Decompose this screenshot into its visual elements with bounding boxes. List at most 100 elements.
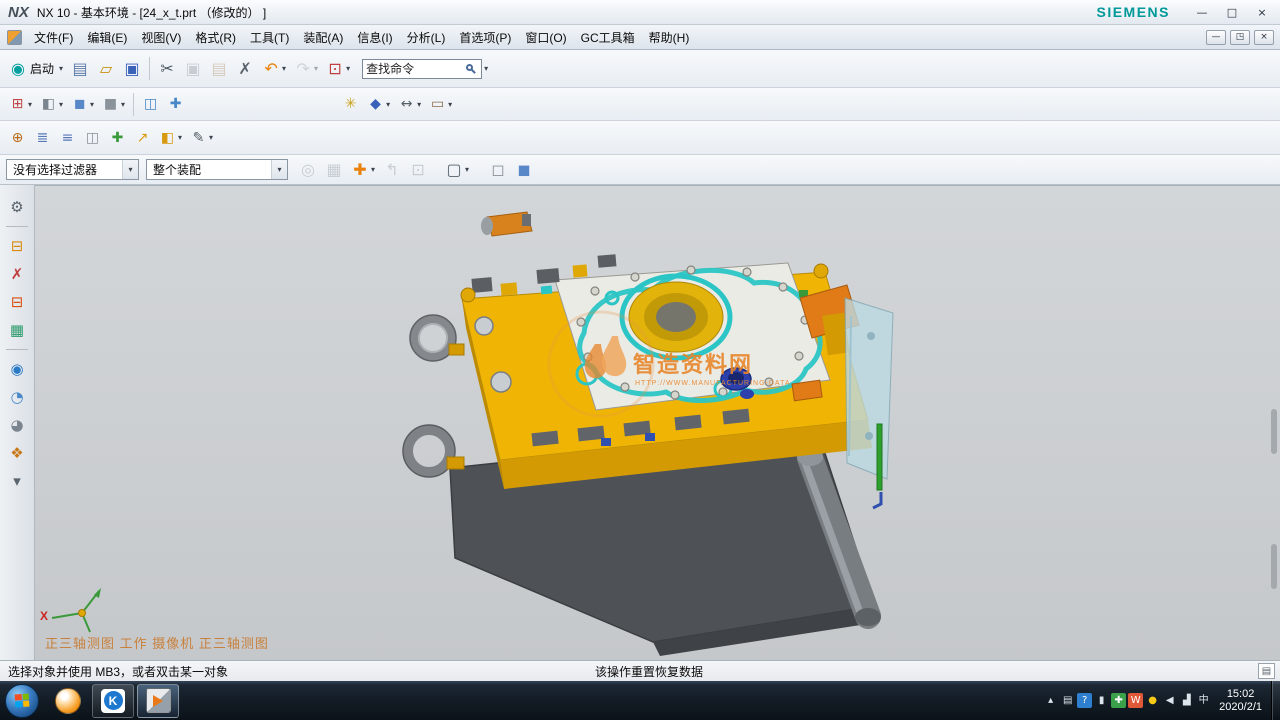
doc-restore-button[interactable]: ◳: [1230, 30, 1250, 45]
menu-item-4[interactable]: 工具(T): [243, 25, 296, 49]
menu-item-7[interactable]: 分析(L): [400, 25, 453, 49]
point-constructor-button[interactable]: ◆▾: [364, 94, 393, 115]
add-component-button[interactable]: ◧▾: [156, 127, 185, 148]
network-tray-icon[interactable]: ▟: [1179, 693, 1194, 708]
wps-tray-icon-glyph: W: [1128, 693, 1143, 708]
input-method-icon[interactable]: 中: [1196, 693, 1211, 708]
ruler-button[interactable]: ▭▾: [426, 94, 455, 115]
nx-taskbar-button[interactable]: [137, 684, 179, 718]
web-browser-icon[interactable]: ◉: [6, 358, 28, 380]
open-button[interactable]: ▱: [94, 58, 118, 80]
history-icon[interactable]: ◔: [6, 386, 28, 408]
usb-tray-icon[interactable]: ▮: [1094, 693, 1109, 708]
doc-window-buttons: — ◳ ×: [1203, 30, 1275, 45]
exploded-view-button[interactable]: ≣: [31, 127, 54, 148]
background-button[interactable]: ■▾: [99, 94, 128, 115]
viewport-scrollbar[interactable]: [1271, 409, 1277, 454]
cut-button[interactable]: ✂: [155, 58, 179, 80]
windows-flag-icon: [15, 694, 30, 708]
show-desktop-button[interactable]: [1271, 681, 1280, 720]
doc-close-button[interactable]: ×: [1254, 30, 1274, 45]
edit-component-button[interactable]: ✎▾: [187, 127, 216, 148]
rectangle-select-button[interactable]: ▢▾: [442, 159, 472, 181]
maximize-button-glyph: □: [1227, 7, 1237, 18]
command-finder[interactable]: [362, 59, 482, 79]
render-style-button[interactable]: ◧▾: [37, 94, 66, 115]
menu-item-6[interactable]: 信息(I): [350, 25, 399, 49]
viewport-scrollbar[interactable]: [1271, 544, 1277, 589]
save-button[interactable]: ▣: [120, 58, 144, 80]
menu-item-1[interactable]: 编辑(E): [80, 25, 134, 49]
roles-gear-icon[interactable]: ⚙: [6, 196, 28, 218]
security-tray-icon[interactable]: ✚: [1111, 693, 1126, 708]
touch-mode-button[interactable]: ⊡▾: [323, 58, 353, 80]
close-button[interactable]: ×: [1249, 3, 1275, 21]
cad-model-canvas[interactable]: 智造资料网 HTTP://WWW.MANUFACTURING-DATA X: [35, 186, 1280, 660]
type-filter-dropdown[interactable]: 没有选择过滤器 ▾: [6, 159, 139, 180]
shaded-object-button[interactable]: ◼: [512, 159, 536, 181]
start-menu-button[interactable]: ◉启动▾: [6, 58, 66, 80]
search-input[interactable]: [366, 62, 464, 76]
find-component-button[interactable]: ⊕: [6, 127, 29, 148]
snap-settings-button: ◎: [296, 159, 320, 181]
move-component-button[interactable]: ↗: [131, 127, 154, 148]
undo-button[interactable]: ↶▾: [259, 58, 289, 80]
volume-tray-icon[interactable]: ◀: [1162, 693, 1177, 708]
wave-link-button[interactable]: ◫: [81, 127, 104, 148]
volume-tray-icon-glyph: ◀: [1162, 693, 1177, 708]
show-hide-button[interactable]: ◫: [139, 94, 162, 115]
start-button[interactable]: [5, 684, 39, 718]
pan-view-button[interactable]: ✚: [164, 94, 187, 115]
delete-button[interactable]: ✗: [233, 58, 257, 80]
menu-item-9[interactable]: 窗口(O): [518, 25, 573, 49]
reuse-library-icon[interactable]: ▦: [6, 319, 28, 341]
separator: [133, 93, 134, 116]
constraint-navigator-icon[interactable]: ✗: [6, 263, 28, 285]
doc-minimize-button[interactable]: —: [1206, 30, 1226, 45]
measure-distance-button[interactable]: ↔▾: [395, 94, 424, 115]
sidebar-more-icon[interactable]: ▾: [6, 470, 28, 492]
standard-toolbar-icons: ◉启动▾▤▱▣✂▣▤✗↶▾↷▾⊡▾: [5, 57, 354, 80]
scene-icon[interactable]: ◕: [6, 414, 28, 436]
assembly-constraints-button[interactable]: ✚: [106, 127, 129, 148]
graphics-viewport[interactable]: 智造资料网 HTTP://WWW.MANUFACTURING-DATA X 正三…: [35, 185, 1280, 660]
help-tray-icon[interactable]: ?: [1077, 693, 1092, 708]
scope-filter-dropdown[interactable]: 整个装配 ▾: [146, 159, 288, 180]
menu-item-0[interactable]: 文件(F): [27, 25, 80, 49]
taskbar-clock[interactable]: 15:02 2020/2/1: [1219, 688, 1262, 714]
menu-item-8[interactable]: 首选项(P): [452, 25, 518, 49]
display-tray-icon[interactable]: ▤: [1060, 693, 1075, 708]
new-file-button[interactable]: ▤: [68, 58, 92, 80]
part-navigator-icon[interactable]: ⊟: [6, 291, 28, 313]
menu-item-5[interactable]: 装配(A): [296, 25, 350, 49]
search-icon[interactable]: [466, 64, 473, 71]
netdisk-tray-icon[interactable]: ●: [1145, 693, 1160, 708]
window-title: NX 10 - 基本环境 - [24_x_t.prt （修改的） ]: [37, 4, 266, 21]
assembly-sequence-button[interactable]: ≡: [56, 127, 79, 148]
add-to-selection-button[interactable]: ✚▾: [348, 159, 378, 181]
minimize-button[interactable]: —: [1189, 3, 1215, 21]
menu-item-2[interactable]: 视图(V): [134, 25, 188, 49]
hidden-icons-button[interactable]: ▴: [1043, 693, 1058, 708]
wireframe-object-button[interactable]: ◻: [486, 159, 510, 181]
menu-item-3[interactable]: 格式(R): [188, 25, 243, 49]
materials-icon[interactable]: ❖: [6, 442, 28, 464]
assembly-navigator-icon[interactable]: ⊟: [6, 235, 28, 257]
menu-item-11[interactable]: 帮助(H): [642, 25, 697, 49]
kingsoft-taskbar-button[interactable]: K: [92, 684, 134, 718]
ruler-button-glyph: ▭: [429, 96, 446, 113]
snap-point-button[interactable]: ✳: [339, 94, 362, 115]
maximize-button[interactable]: □: [1219, 3, 1245, 21]
fit-window-button[interactable]: ⊞▾: [6, 94, 35, 115]
search-dropdown-caret[interactable]: ▾: [484, 64, 488, 73]
chevron-down-icon: ▾: [346, 64, 350, 73]
separator: [149, 57, 150, 80]
wps-tray-icon[interactable]: W: [1128, 693, 1143, 708]
browser-taskbar-button[interactable]: [47, 684, 89, 718]
view-orientation-button[interactable]: ◼▾: [68, 94, 97, 115]
menu-item-10[interactable]: GC工具箱: [574, 25, 642, 49]
chevron-down-icon: ▾: [121, 100, 125, 109]
nx-application-window: NX NX 10 - 基本环境 - [24_x_t.prt （修改的） ] SI…: [0, 0, 1280, 720]
status-log-icon[interactable]: ▤: [1258, 663, 1275, 679]
highlight-faces-button-glyph: ▦: [325, 161, 343, 179]
